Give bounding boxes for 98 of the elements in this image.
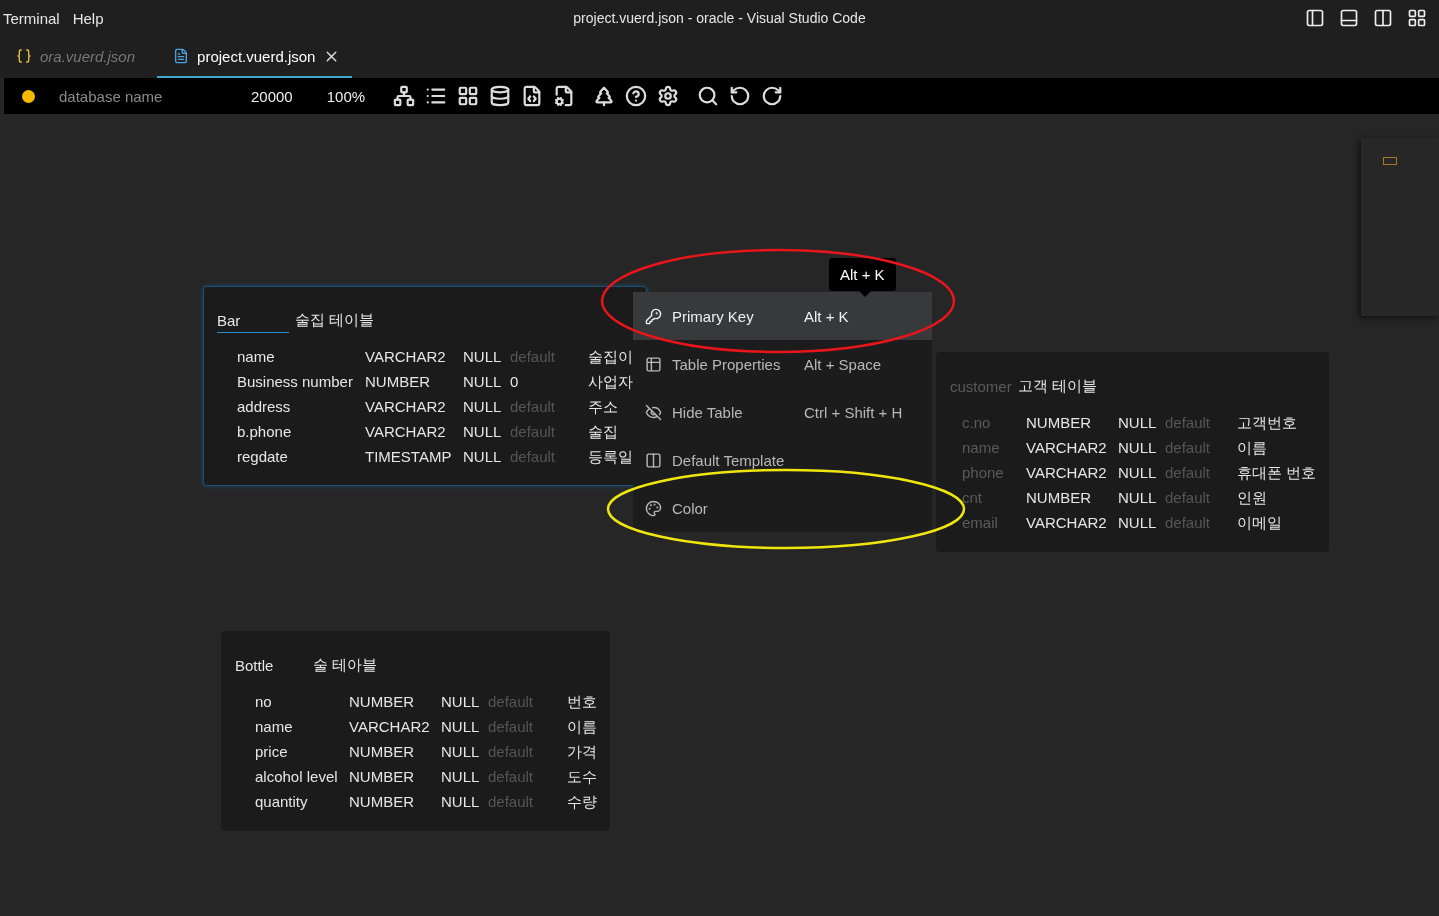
viewport-marker[interactable] (1383, 157, 1397, 165)
column-name[interactable]: name (237, 347, 365, 367)
column-null[interactable]: NULL (1118, 413, 1165, 433)
column-name[interactable]: Business number (237, 372, 365, 392)
layout-icon[interactable] (1407, 8, 1427, 28)
column-null[interactable]: NULL (441, 767, 488, 787)
tree-icon[interactable] (593, 85, 616, 107)
hide-icon (645, 403, 662, 421)
column-type[interactable]: NUMBER (365, 372, 463, 392)
column-comment[interactable]: 술집 (588, 422, 634, 442)
column-name[interactable]: address (237, 397, 365, 417)
column-null[interactable]: NULL (1118, 488, 1165, 508)
database-name-field[interactable]: database name (57, 86, 251, 106)
template-icon (645, 451, 662, 469)
tab-label: project.vuerd.json (197, 47, 316, 65)
key-icon (645, 307, 662, 325)
column-null[interactable]: NULL (1118, 513, 1165, 533)
column-comment[interactable]: 수량 (567, 792, 597, 812)
column-null[interactable]: NULL (441, 742, 488, 762)
column-comment[interactable]: 도수 (567, 767, 597, 787)
table-comment[interactable]: 술 테아블 (313, 656, 378, 678)
erd-icon[interactable] (393, 85, 416, 107)
column-type[interactable]: VARCHAR2 (1026, 438, 1118, 458)
column-null[interactable]: NULL (463, 447, 510, 467)
table-name[interactable]: Bottle (235, 657, 307, 678)
column-null[interactable]: NULL (463, 372, 510, 392)
column-type[interactable]: VARCHAR2 (365, 397, 463, 417)
sidebar-toggle-icon[interactable] (1305, 8, 1325, 28)
column-type[interactable]: NUMBER (1026, 413, 1118, 433)
column-comment[interactable]: 등록일 (588, 447, 634, 467)
column-name[interactable]: price (255, 742, 349, 762)
column-null[interactable]: NULL (1118, 463, 1165, 483)
tooltip-pointer (859, 291, 871, 297)
database-icon[interactable] (489, 85, 512, 107)
column-name[interactable]: name (255, 717, 349, 737)
table-comment[interactable]: 술집 테이블 (295, 311, 375, 333)
column-comment[interactable]: 이름 (567, 717, 597, 737)
menu-item[interactable]: Help (69, 9, 114, 27)
file-icon (173, 48, 190, 64)
table-icon (645, 355, 662, 373)
column-comment[interactable]: 이메일 (1237, 513, 1317, 533)
status-dot-icon (22, 89, 35, 103)
redo-icon[interactable] (761, 85, 784, 107)
column-name[interactable]: regdate (237, 447, 365, 467)
column-type[interactable]: NUMBER (349, 742, 441, 762)
column-comment[interactable]: 이름 (1237, 438, 1317, 458)
column-null[interactable]: NULL (441, 792, 488, 812)
editor-tab[interactable]: ora.vuerd.json (0, 36, 148, 78)
column-name[interactable]: alcohol level (255, 767, 349, 787)
table-card[interactable]: Bar 술집 테이블 name VARCHAR2 NULL default 술집이 Business number NUMBER NULL 0 사업자 address VARCHAR2 NULL default 주소 b.phone VARCHAR2 NULL default 술집 regdate TIMESTAMP NULL default 등록일 (203, 286, 647, 486)
menu-option[interactable]: Primary Key Alt + K (633, 292, 932, 340)
column-type[interactable]: TIMESTAMP (365, 447, 463, 467)
zoom-level[interactable]: 100% (326, 87, 366, 105)
panel-toggle-icon[interactable] (1339, 8, 1359, 28)
undo-icon[interactable] (729, 85, 752, 107)
column-name[interactable]: no (255, 692, 349, 712)
braces-icon (16, 48, 32, 64)
menu-option[interactable]: Color (633, 484, 932, 532)
column-null[interactable]: NULL (463, 397, 510, 417)
table-name[interactable]: Bar (217, 312, 289, 333)
column-null[interactable]: NULL (463, 422, 510, 442)
column-null[interactable]: NULL (463, 347, 510, 367)
search-icon[interactable] (697, 85, 720, 107)
table-comment[interactable]: 고객 테이블 (1018, 377, 1098, 399)
column-comment[interactable]: 인원 (1237, 488, 1317, 508)
palette-icon (645, 499, 662, 517)
column-null[interactable]: NULL (1118, 438, 1165, 458)
help-icon[interactable] (625, 85, 648, 107)
column-default[interactable]: 0 (510, 372, 588, 392)
table-card[interactable]: Bottle 술 테아블 no NUMBER NULL default 번호 name VARCHAR2 NULL default 이름 price NUMBER NULL default 가격 alcohol level NUMBER NULL default 도수 quantity NUMBER NULL default 수량 (221, 631, 610, 831)
column-type[interactable]: NUMBER (349, 792, 441, 812)
tab-label: ora.vuerd.json (40, 47, 136, 65)
column-type[interactable]: NUMBER (349, 692, 441, 712)
column-type[interactable]: NUMBER (349, 767, 441, 787)
list-icon[interactable] (425, 85, 448, 107)
column-type[interactable]: VARCHAR2 (365, 347, 463, 367)
window-title: project.vuerd.json - oracle - Visual Studio Code (573, 10, 866, 26)
column-type[interactable]: VARCHAR2 (365, 422, 463, 442)
column-comment[interactable]: 번호 (567, 692, 597, 712)
table-card[interactable]: customer 고객 테이블 c.no NUMBER NULL default 고객번호 name VARCHAR2 NULL default 이름 phone VARCHAR2 NULL default 휴대폰 번호 cnt NUMBER NULL default 인원 email VARCHAR2 NULL default 이메일 (936, 352, 1330, 552)
column-comment[interactable]: 주소 (588, 397, 634, 417)
column-comment[interactable]: 고객번호 (1237, 413, 1317, 433)
column-null[interactable]: NULL (441, 692, 488, 712)
column-name[interactable]: b.phone (237, 422, 365, 442)
column-type[interactable]: VARCHAR2 (1026, 463, 1118, 483)
column-comment[interactable]: 휴대폰 번호 (1237, 463, 1317, 483)
column-comment[interactable]: 사업자 (588, 372, 634, 392)
settings-icon[interactable] (657, 85, 680, 107)
column-type[interactable]: VARCHAR2 (1026, 513, 1118, 533)
split-layout-icon[interactable] (1373, 8, 1393, 28)
column-null[interactable]: NULL (441, 717, 488, 737)
column-type[interactable]: VARCHAR2 (349, 717, 441, 737)
column-type[interactable]: NUMBER (1026, 488, 1118, 508)
column-comment[interactable]: 가격 (567, 742, 597, 762)
column-name[interactable]: quantity (255, 792, 349, 812)
canvas-size[interactable]: 20000 (251, 87, 293, 105)
column-comment[interactable]: 술집이 (588, 347, 634, 367)
menu-item[interactable]: Terminal (0, 9, 70, 27)
